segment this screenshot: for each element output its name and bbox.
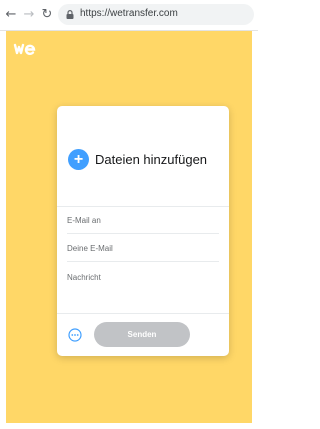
more-options-icon[interactable] — [68, 328, 82, 342]
lock-icon — [66, 10, 74, 19]
forward-arrow-icon[interactable]: → — [22, 8, 36, 22]
url-text[interactable]: https://wetransfer.com — [80, 8, 178, 19]
add-files-plus-icon[interactable]: + — [68, 149, 89, 170]
wetransfer-logo[interactable] — [13, 42, 41, 56]
divider — [57, 206, 229, 207]
email-to-field[interactable]: E-Mail an — [67, 209, 219, 234]
message-field[interactable]: Nachricht — [67, 266, 219, 290]
back-arrow-icon[interactable]: ← — [4, 8, 18, 22]
browser-toolbar: ← → ↻ https://wetransfer.com — [0, 0, 258, 31]
send-button[interactable]: Senden — [94, 322, 190, 347]
address-bar[interactable]: https://wetransfer.com — [58, 4, 254, 25]
upload-card: + Dateien hinzufügen E-Mail an Deine E-M… — [57, 106, 229, 356]
divider — [57, 313, 229, 314]
your-email-field[interactable]: Deine E-Mail — [67, 237, 219, 262]
add-files-label[interactable]: Dateien hinzufügen — [95, 152, 207, 167]
reload-icon[interactable]: ↻ — [40, 8, 54, 22]
